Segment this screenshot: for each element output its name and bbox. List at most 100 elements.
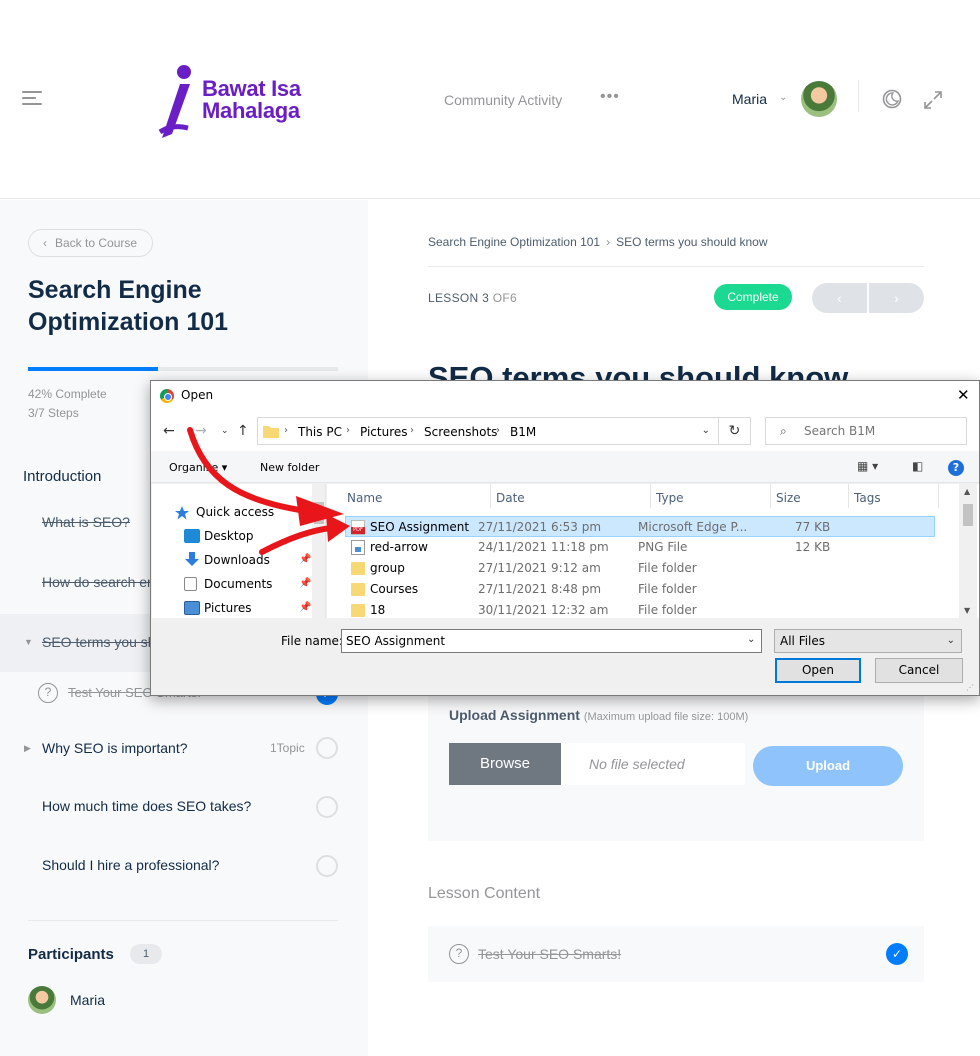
file-open-dialog: Open ✕ ← → ⌄ ↑ › This PC › Pictures › Sc… (150, 380, 980, 696)
file-name: group (370, 561, 405, 575)
community-activity-link[interactable]: Community Activity (444, 92, 562, 108)
scroll-up-icon[interactable]: ▲ (964, 487, 970, 496)
command-bar: Organise ▾ New folder ▦ ▾ ◧ ? (151, 451, 979, 483)
file-date: 27/11/2021 6:53 pm (478, 520, 602, 534)
lesson-hire-professional[interactable]: Should I hire a professional? (42, 857, 219, 873)
pdf-icon (351, 520, 365, 535)
avatar[interactable] (801, 81, 837, 117)
path-b1m[interactable]: B1M (510, 425, 536, 439)
file-row[interactable]: Courses 27/11/2021 8:48 pm File folder (327, 579, 963, 600)
upload-assignment-card: Upload Assignment (Maximum upload file s… (428, 690, 924, 841)
view-options-icon[interactable]: ▦ ▾ (857, 459, 878, 473)
chevron-left-icon: ‹ (43, 236, 47, 250)
dark-mode-icon[interactable] (882, 89, 902, 109)
address-row: ← → ⌄ ↑ › This PC › Pictures › Screensho… (151, 411, 979, 451)
more-menu-icon[interactable]: ••• (600, 88, 620, 106)
close-icon[interactable]: ✕ (957, 386, 970, 404)
recent-locations-icon[interactable]: ⌄ (221, 426, 229, 436)
selected-file-display[interactable]: No file selected (561, 743, 745, 785)
pin-icon[interactable]: 📌 (299, 554, 311, 565)
nav-scrollbar[interactable] (312, 484, 325, 618)
pin-icon[interactable]: 📌 (299, 578, 311, 589)
section-heading[interactable]: Introduction (23, 468, 101, 485)
nav-desktop[interactable]: Desktop (204, 529, 254, 543)
participant-avatar[interactable] (28, 986, 56, 1014)
breadcrumb-course[interactable]: Search Engine Optimization 101 (428, 235, 600, 249)
preview-pane-icon[interactable]: ◧ (912, 459, 923, 473)
file-list: Name Date Type Size Tags SEO Assignment … (327, 484, 979, 618)
nav-downloads[interactable]: Downloads (204, 553, 270, 567)
caret-right-icon[interactable]: ▶ (24, 743, 31, 754)
organise-menu[interactable]: Organise ▾ (169, 461, 227, 474)
chevron-down-icon[interactable]: ⌄ (747, 634, 755, 645)
dialog-title-bar[interactable]: Open ✕ (151, 381, 979, 411)
file-name: red-arrow (370, 540, 428, 554)
chevron-down-icon[interactable]: ⌄ (779, 92, 787, 103)
address-bar[interactable]: › This PC › Pictures › Screenshots › B1M… (257, 417, 719, 445)
file-row[interactable]: red-arrow 24/11/2021 11:18 pm PNG File 1… (327, 537, 963, 558)
refresh-icon[interactable]: ↻ (719, 417, 751, 445)
file-row[interactable]: SEO Assignment 27/11/2021 6:53 pm Micros… (345, 516, 935, 537)
column-date[interactable]: Date (496, 491, 525, 505)
nav-pictures[interactable]: Pictures (204, 601, 252, 615)
path-pictures[interactable]: Pictures (360, 425, 408, 439)
column-tags[interactable]: Tags (854, 491, 881, 505)
sidebar-divider (28, 920, 338, 921)
caret-down-icon[interactable]: ▼ (24, 637, 33, 647)
steps-label: 3/7 Steps (28, 406, 79, 420)
upload-button[interactable]: Upload (753, 746, 903, 786)
new-folder-button[interactable]: New folder (260, 461, 319, 474)
lesson-why-seo[interactable]: Why SEO is important? (42, 740, 188, 756)
up-arrow-icon[interactable]: ↑ (237, 423, 249, 439)
back-arrow-icon[interactable]: ← (163, 423, 175, 439)
fullscreen-icon[interactable] (923, 90, 943, 110)
file-list-scrollbar[interactable]: ▲ ▼ (959, 484, 977, 618)
logo-line-2: Mahalaga (202, 98, 300, 123)
file-date: 30/11/2021 12:32 am (478, 603, 609, 617)
nav-documents[interactable]: Documents (204, 577, 272, 591)
participant-name[interactable]: Maria (70, 992, 105, 1008)
menu-icon[interactable] (22, 90, 42, 106)
resize-grip-icon[interactable]: ⋰ (966, 683, 974, 692)
next-lesson-button[interactable]: › (869, 283, 924, 313)
lesson-seo-time[interactable]: How much time does SEO takes? (42, 798, 251, 814)
column-name[interactable]: Name (347, 491, 382, 505)
address-dropdown-icon[interactable]: ⌄ (702, 425, 710, 436)
chrome-icon (160, 389, 174, 403)
nav-quick-access[interactable]: Quick access (196, 505, 274, 519)
pin-icon[interactable]: 📌 (299, 602, 311, 613)
file-name-input[interactable] (341, 629, 762, 653)
lesson-content-item[interactable]: ? Test Your SEO Smarts! ✓ (428, 926, 924, 982)
search-box[interactable]: ⌕ (765, 417, 967, 445)
lesson-what-is-seo[interactable]: What is SEO? (42, 514, 130, 530)
document-icon (184, 577, 197, 591)
path-screenshots[interactable]: Screenshots (424, 425, 497, 439)
upload-assignment-label: Upload Assignment (449, 707, 580, 723)
cancel-button[interactable]: Cancel (875, 658, 963, 683)
back-to-course-button[interactable]: ‹ Back to Course (28, 229, 154, 257)
file-row[interactable]: 18 30/11/2021 12:32 am File folder (327, 600, 963, 618)
help-icon[interactable]: ? (948, 460, 964, 476)
forward-arrow-icon[interactable]: → (195, 423, 207, 439)
column-type[interactable]: Type (656, 491, 684, 505)
breadcrumb: Search Engine Optimization 101 › SEO terms… (428, 235, 768, 249)
file-type-filter-value: All Files (780, 634, 826, 648)
open-button[interactable]: Open (775, 658, 861, 683)
lesson-content-item-label[interactable]: Test Your SEO Smarts! (478, 946, 621, 962)
previous-lesson-button[interactable]: ‹ (812, 283, 867, 313)
file-date: 24/11/2021 11:18 pm (478, 540, 609, 554)
file-row[interactable]: group 27/11/2021 9:12 am File folder (327, 558, 963, 579)
logo-mark-icon (158, 65, 191, 138)
incomplete-circle-icon (316, 855, 338, 877)
search-input[interactable] (804, 422, 954, 440)
progress-label: 42% Complete (28, 387, 107, 401)
column-size[interactable]: Size (776, 491, 801, 505)
user-name[interactable]: Maria (732, 91, 767, 107)
scroll-down-icon[interactable]: ▼ (964, 606, 970, 615)
browse-button[interactable]: Browse (449, 743, 561, 785)
breadcrumb-lesson[interactable]: SEO terms you should know (616, 235, 767, 249)
site-logo[interactable]: Bawat Isa Mahalaga (158, 62, 318, 142)
folder-icon (351, 562, 365, 575)
file-type-filter[interactable]: All Files ⌄ (774, 629, 962, 653)
path-this-pc[interactable]: This PC (298, 425, 342, 439)
